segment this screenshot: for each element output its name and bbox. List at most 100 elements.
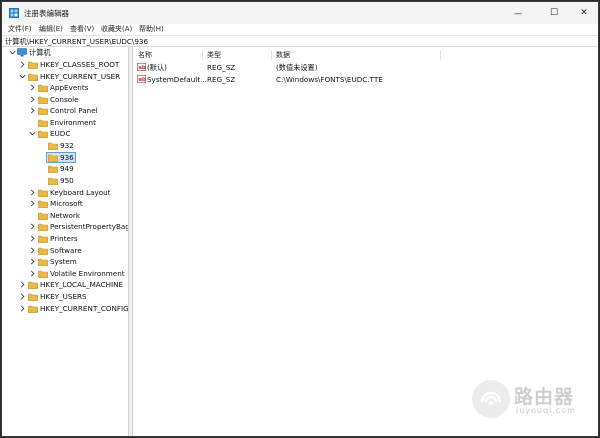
watermark-logo	[472, 380, 510, 418]
folder-icon	[38, 107, 48, 115]
svg-text:ab: ab	[138, 77, 146, 83]
column-divider[interactable]	[440, 50, 441, 60]
menu-edit[interactable]: 编辑(E)	[39, 24, 63, 35]
folder-icon	[48, 165, 58, 173]
tree-node-label: Console	[50, 95, 79, 104]
registry-editor-window: 注册表编辑器 — ☐ ✕ 文件(F) 编辑(E) 查看(V) 收藏夹(A) 帮助…	[1, 1, 599, 437]
maximize-icon: ☐	[549, 8, 559, 18]
chevron-right-icon[interactable]	[28, 188, 36, 196]
chevron-right-icon[interactable]	[18, 60, 26, 68]
svg-text:ab: ab	[138, 65, 146, 71]
tree-node-network[interactable]: Network	[2, 210, 128, 221]
tree-node-label: System	[50, 257, 77, 266]
tree-node-printers[interactable]: Printers	[2, 233, 128, 244]
title-bar[interactable]: 注册表编辑器 — ☐ ✕	[2, 2, 598, 24]
tree-node-label: HKEY_CLASSES_ROOT	[40, 60, 120, 69]
tree-node-environment[interactable]: Environment	[2, 117, 128, 128]
chevron-right-icon[interactable]	[28, 257, 36, 265]
column-header-type[interactable]: 类型	[207, 50, 221, 60]
tree-node-microsoft[interactable]: Microsoft	[2, 198, 128, 209]
menu-view[interactable]: 查看(V)	[70, 24, 94, 35]
folder-icon	[28, 61, 38, 69]
column-header-name[interactable]: 名称	[138, 50, 152, 60]
window-title: 注册表编辑器	[24, 9, 69, 18]
menu-favorites[interactable]: 收藏夹(A)	[101, 24, 132, 35]
address-bar[interactable]: 计算机\HKEY_CURRENT_USER\EUDC\936	[2, 35, 598, 47]
tree-node-label: HKEY_USERS	[40, 292, 87, 301]
tree-node-console[interactable]: Console	[2, 94, 128, 105]
tree-node-system[interactable]: System	[2, 256, 128, 267]
tree-node-hkey-current-config[interactable]: HKEY_CURRENT_CONFIG	[2, 303, 129, 314]
string-value-icon: ab	[137, 63, 146, 71]
folder-icon	[38, 200, 48, 208]
tree-node-936[interactable]: 936	[2, 152, 128, 163]
tree-node-software[interactable]: Software	[2, 245, 128, 256]
chevron-right-icon[interactable]	[28, 95, 36, 103]
tree-node-computer[interactable]: 计算机	[2, 47, 128, 58]
tree-node-950[interactable]: 950	[2, 175, 128, 186]
close-button[interactable]: ✕	[568, 2, 598, 24]
folder-icon	[38, 270, 48, 278]
tree-node-control-panel[interactable]: Control Panel	[2, 105, 128, 116]
tree-node-keyboard-layout[interactable]: Keyboard Layout	[2, 187, 128, 198]
tree-node-label: HKEY_CURRENT_CONFIG	[40, 304, 129, 313]
tree-node-eudc[interactable]: EUDC	[2, 128, 128, 139]
tree-node-hkey-classes-root[interactable]: HKEY_CLASSES_ROOT	[2, 59, 128, 70]
tree-node-label: AppEvents	[50, 83, 89, 92]
value-name: (默认)	[147, 63, 167, 72]
tree-node-932[interactable]: 932	[2, 140, 128, 151]
chevron-down-icon[interactable]	[28, 129, 36, 137]
menu-help[interactable]: 帮助(H)	[139, 24, 164, 35]
value-data: C:\Windows\FONTS\EUDC.TTE	[276, 75, 383, 84]
chevron-right-icon[interactable]	[28, 234, 36, 242]
string-value-icon: ab	[137, 75, 146, 83]
tree-node-label: Volatile Environment	[50, 269, 125, 278]
column-header-data[interactable]: 数据	[276, 50, 290, 60]
tree-node-appevents[interactable]: AppEvents	[2, 82, 128, 93]
chevron-down-icon[interactable]	[18, 72, 26, 80]
folder-icon	[38, 119, 48, 127]
tree-node-label: 932	[60, 141, 74, 150]
chevron-right-icon[interactable]	[18, 292, 26, 300]
tree-node-949[interactable]: 949	[2, 163, 128, 174]
column-divider[interactable]	[202, 50, 203, 60]
chevron-right-icon[interactable]	[28, 106, 36, 114]
watermark: 路由器 luyouqi.com	[472, 380, 592, 420]
chevron-right-icon[interactable]	[28, 222, 36, 230]
folder-icon	[28, 293, 38, 301]
menu-file[interactable]: 文件(F)	[8, 24, 32, 35]
tree-node-label: PersistentPropertyBag	[50, 222, 129, 231]
chevron-right-icon[interactable]	[18, 280, 26, 288]
tree-node-label: Microsoft	[50, 199, 83, 208]
tree-node-hkey-current-user[interactable]: HKEY_CURRENT_USER	[2, 71, 128, 82]
close-icon: ✕	[580, 8, 588, 18]
column-divider[interactable]	[271, 50, 272, 60]
tree-node-label: 计算机	[29, 48, 51, 57]
folder-icon	[38, 189, 48, 197]
table-row[interactable]: ab SystemDefault... REG_SZ C:\Windows\FO…	[133, 74, 598, 85]
watermark-text: 路由器	[514, 386, 575, 408]
tree-node-hkey-local-machine[interactable]: HKEY_LOCAL_MACHINE	[2, 279, 128, 290]
folder-icon	[28, 73, 38, 81]
chevron-right-icon[interactable]	[28, 269, 36, 277]
key-tree: 计算机 HKEY_CLASSES_ROOT HKEY_CURRENT_USER Ap…	[2, 47, 129, 436]
minimize-button[interactable]: —	[500, 2, 536, 24]
minimize-icon: —	[514, 8, 522, 18]
tree-node-persistentpropertybag[interactable]: PersistentPropertyBag	[2, 221, 129, 232]
router-icon	[480, 391, 502, 405]
tree-node-label: Control Panel	[50, 106, 98, 115]
chevron-down-icon[interactable]	[8, 48, 16, 56]
tree-node-label: Keyboard Layout	[50, 188, 111, 197]
table-row[interactable]: ab (默认) REG_SZ (数值未设置)	[133, 62, 598, 73]
computer-icon	[17, 48, 27, 57]
chevron-right-icon[interactable]	[28, 246, 36, 254]
chevron-right-icon[interactable]	[28, 199, 36, 207]
chevron-right-icon[interactable]	[18, 304, 26, 312]
tree-node-hkey-users[interactable]: HKEY_USERS	[2, 291, 128, 302]
folder-icon	[38, 130, 48, 138]
tree-node-volatile-environment[interactable]: Volatile Environment	[2, 268, 128, 279]
maximize-button[interactable]: ☐	[536, 2, 572, 24]
address-path: 计算机\HKEY_CURRENT_USER\EUDC\936	[5, 37, 149, 46]
chevron-right-icon[interactable]	[28, 83, 36, 91]
tree-node-label: Software	[50, 246, 82, 255]
